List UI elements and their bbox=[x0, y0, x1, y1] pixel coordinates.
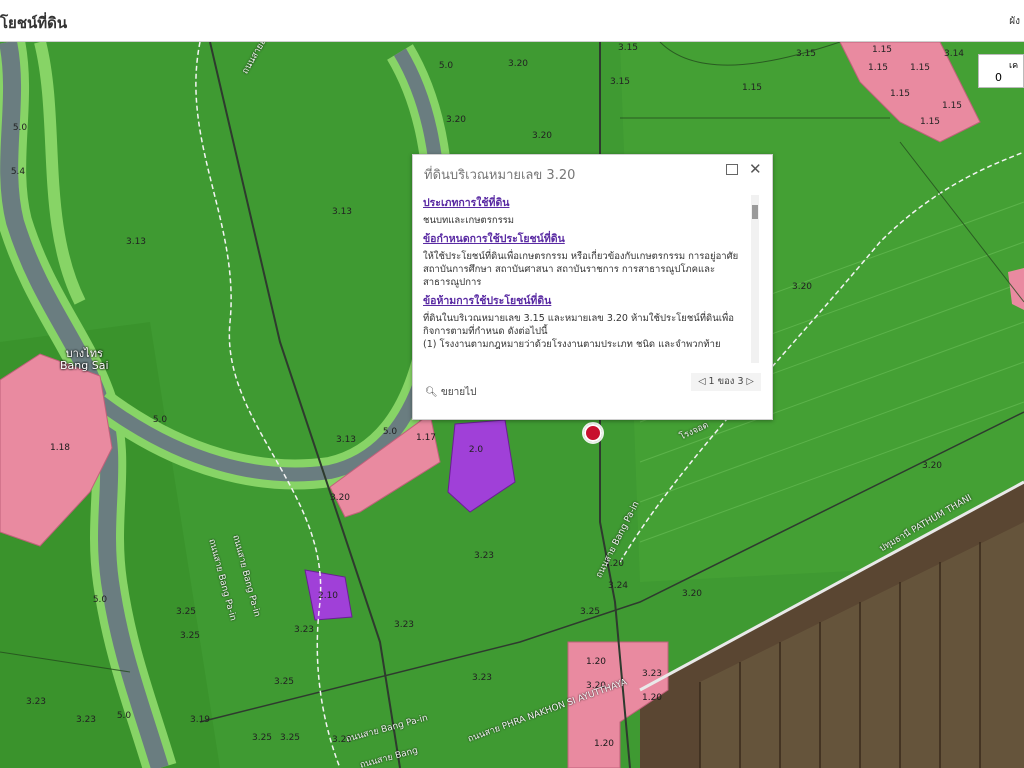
zone-label: 3.25 bbox=[175, 607, 197, 617]
popup-content: ประเภทการใช้ที่ดิน ชนบทและเกษตรกรรม ข้อก… bbox=[423, 195, 748, 363]
section-heading-land-use-regulations[interactable]: ข้อกำหนดการใช้ประโยชน์ที่ดิน bbox=[423, 233, 748, 246]
popup-scrollbar[interactable] bbox=[751, 195, 759, 363]
zone-label: 3.25 bbox=[273, 677, 295, 687]
zone-label: 3.25 bbox=[251, 733, 273, 743]
zone-label: 2.0 bbox=[468, 445, 484, 455]
zone-label: 3.13 bbox=[331, 207, 353, 217]
scrollbar-thumb[interactable] bbox=[752, 205, 758, 219]
zone-label: 1.20 bbox=[593, 739, 615, 749]
section-list-item: (1) โรงงานตามกฎหมายว่าด้วยโรงงานตามประเภ… bbox=[423, 339, 721, 350]
section-text: ชนบทและเกษตรกรรม bbox=[423, 215, 515, 226]
scale-value: 0 bbox=[995, 71, 1002, 84]
zone-label: 3.23 bbox=[641, 669, 663, 679]
zone-label: 5.0 bbox=[438, 61, 454, 71]
zone-label: 5.0 bbox=[92, 595, 108, 605]
popup-title: ที่ดินบริเวณหมายเลข 3.20 bbox=[424, 168, 576, 183]
zone-label: 3.23 bbox=[393, 620, 415, 630]
place-label-bang-sai: บางไทร Bang Sai bbox=[60, 348, 109, 372]
zone-label: 1.15 bbox=[941, 101, 963, 111]
location-pin-marker[interactable] bbox=[582, 422, 604, 444]
zone-label: 3.23 bbox=[293, 625, 315, 635]
zone-label: 3.23 bbox=[471, 673, 493, 683]
zone-label: 1.15 bbox=[919, 117, 941, 127]
zone-label: 1.15 bbox=[871, 45, 893, 55]
zone-label: 1.17 bbox=[415, 433, 437, 443]
close-icon[interactable]: ✕ bbox=[749, 160, 762, 178]
magnifier-icon: 🔍︎ bbox=[425, 387, 438, 398]
zone-label: 5.4 bbox=[10, 167, 26, 177]
zone-label: 1.15 bbox=[889, 89, 911, 99]
zone-label: 1.15 bbox=[741, 83, 763, 93]
scale-widget: เค 0 bbox=[978, 54, 1024, 88]
info-popup: ที่ดินบริเวณหมายเลข 3.20 ✕ ประเภทการใช้ท… bbox=[412, 154, 773, 420]
zone-label: 5.0 bbox=[152, 415, 168, 425]
zone-label: 3.23 bbox=[25, 697, 47, 707]
zoom-to-link[interactable]: 🔍︎ ขยายไป bbox=[425, 385, 476, 400]
section-heading-land-use-type[interactable]: ประเภทการใช้ที่ดิน bbox=[423, 197, 748, 210]
zone-label: 3.25 bbox=[579, 607, 601, 617]
zone-label: 3.25 bbox=[279, 733, 301, 743]
zone-label: 3.20 bbox=[531, 131, 553, 141]
title-bar: โยชน์ที่ดิน ผัง bbox=[0, 0, 1024, 42]
maximize-icon[interactable] bbox=[726, 164, 738, 175]
zone-label: 3.15 bbox=[617, 43, 639, 53]
zone-label: 1.20 bbox=[641, 693, 663, 703]
prev-arrow-icon[interactable]: ◁ bbox=[698, 376, 705, 387]
pager-text: 1 ของ 3 bbox=[708, 376, 744, 387]
zone-label: 3.14 bbox=[943, 49, 965, 59]
section-heading-land-use-prohibitions[interactable]: ข้อห้ามการใช้ประโยชน์ที่ดิน bbox=[423, 295, 748, 308]
zoom-to-label: ขยายไป bbox=[440, 387, 477, 398]
zone-label: 3.19 bbox=[189, 715, 211, 725]
place-name-english: Bang Sai bbox=[60, 359, 109, 372]
zone-label: 3.20 bbox=[329, 493, 351, 503]
section-text: ที่ดินในบริเวณหมายเลข 3.15 และหมายเลข 3.… bbox=[423, 313, 734, 337]
zone-label: 3.20 bbox=[507, 59, 529, 69]
zone-label: 3.15 bbox=[609, 77, 631, 87]
next-arrow-icon[interactable]: ▷ bbox=[747, 376, 754, 387]
zone-label: 3.13 bbox=[335, 435, 357, 445]
header-right-text: ผัง bbox=[1009, 16, 1020, 27]
zone-label: 2.10 bbox=[317, 591, 339, 601]
zone-label: 1.15 bbox=[867, 63, 889, 73]
zone-label: 5.0 bbox=[382, 427, 398, 437]
zone-label: 3.20 bbox=[681, 589, 703, 599]
zone-label: 1.20 bbox=[585, 657, 607, 667]
zone-label: 3.20 bbox=[921, 461, 943, 471]
zone-label: 5.0 bbox=[12, 123, 28, 133]
zone-label: 5.0 bbox=[116, 711, 132, 721]
scale-label: เค bbox=[1009, 61, 1019, 71]
zone-label: 3.13 bbox=[125, 237, 147, 247]
zone-label: 1.15 bbox=[909, 63, 931, 73]
zone-label: 1.18 bbox=[49, 443, 71, 453]
page-title: โยชน์ที่ดิน bbox=[0, 14, 68, 32]
zone-label: 3.23 bbox=[75, 715, 97, 725]
zone-label: 3.20 bbox=[445, 115, 467, 125]
zone-label: 3.25 bbox=[179, 631, 201, 641]
zone-label: 3.20 bbox=[791, 282, 813, 292]
popup-pager[interactable]: ◁ 1 ของ 3 ▷ bbox=[691, 373, 761, 391]
section-text: ให้ใช้ประโยชน์ที่ดินเพื่อเกษตรกรรม หรือเ… bbox=[423, 251, 739, 288]
zone-label: 3.23 bbox=[473, 551, 495, 561]
zone-label: 3.15 bbox=[795, 49, 817, 59]
zone-label: 3.24 bbox=[607, 581, 629, 591]
